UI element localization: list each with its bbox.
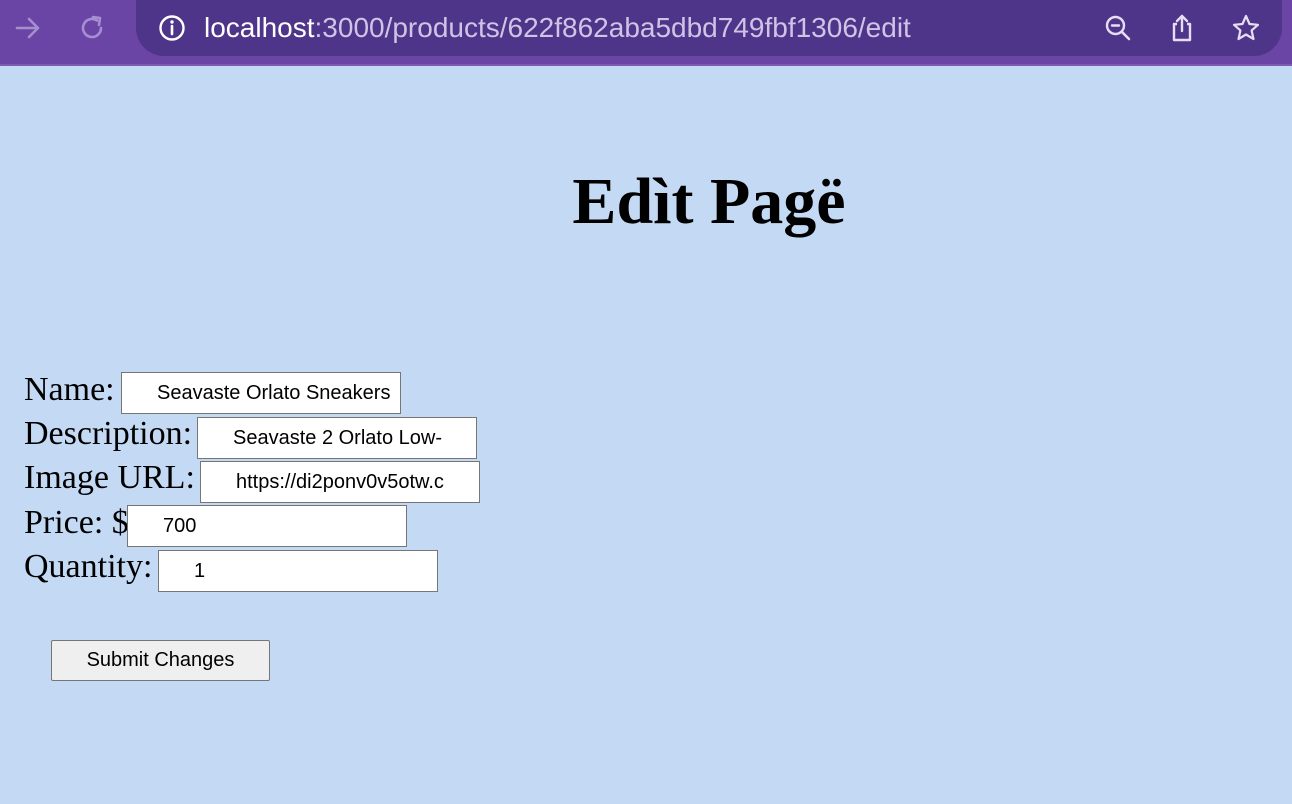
- description-input[interactable]: Seavaste 2 Orlato Low-: [197, 417, 477, 459]
- share-icon[interactable]: [1166, 12, 1198, 44]
- site-info-icon[interactable]: [156, 12, 188, 44]
- price-input[interactable]: 700: [127, 505, 407, 547]
- bookmark-star-icon[interactable]: [1230, 12, 1262, 44]
- description-label: Description:: [24, 415, 193, 452]
- url-host: localhost: [204, 12, 315, 43]
- image-url-input[interactable]: https://di2ponv0v5otw.c: [200, 461, 480, 503]
- price-label: Price: $: [24, 504, 129, 541]
- name-input[interactable]: Seavaste Orlato Sneakers: [121, 372, 401, 414]
- image-url-label: Image URL:: [24, 459, 195, 496]
- submit-changes-button[interactable]: Submit Changes: [51, 640, 270, 681]
- address-bar[interactable]: localhost:3000/products/622f862aba5dbd74…: [136, 0, 1282, 56]
- zoom-icon[interactable]: [1102, 12, 1134, 44]
- browser-toolbar: localhost:3000/products/622f862aba5dbd74…: [0, 0, 1292, 66]
- page-title: Edìt Pagë: [572, 165, 846, 238]
- url-path: :3000/products/622f862aba5dbd749fbf1306/…: [314, 12, 911, 43]
- reload-icon[interactable]: [76, 12, 108, 44]
- quantity-input[interactable]: 1: [158, 550, 438, 592]
- quantity-label: Quantity:: [24, 548, 153, 585]
- forward-arrow-icon[interactable]: [12, 12, 44, 44]
- name-label: Name:: [24, 371, 115, 408]
- url-text[interactable]: localhost:3000/products/622f862aba5dbd74…: [204, 10, 911, 46]
